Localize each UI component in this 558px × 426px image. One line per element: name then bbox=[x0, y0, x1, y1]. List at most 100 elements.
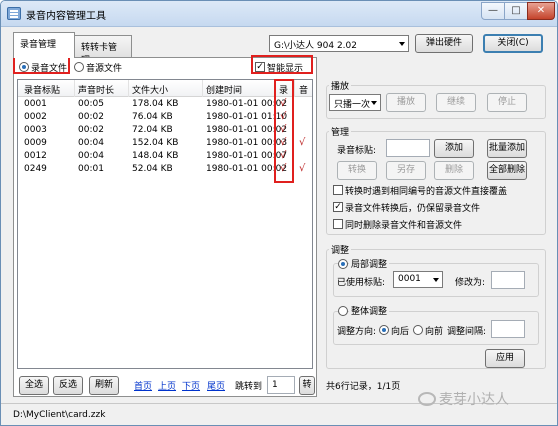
delete-all-button[interactable]: 全部删除 bbox=[487, 161, 527, 180]
cell-duration: 00:05 bbox=[78, 99, 104, 109]
used-tag-value: 0001 bbox=[398, 274, 421, 284]
first-page-link[interactable]: 首页 bbox=[134, 379, 152, 392]
watermark-text: 麦芽小达人 bbox=[439, 392, 509, 408]
invert-selection-button[interactable]: 反选 bbox=[53, 376, 83, 395]
direction-label: 调整方向: bbox=[337, 327, 377, 337]
column-header-tag[interactable]: 录音标贴 bbox=[24, 83, 60, 96]
device-select-value: G:\小达人 904 2.02 bbox=[274, 41, 357, 51]
forward-label: 向前 bbox=[425, 327, 444, 337]
save-as-button[interactable]: 另存 bbox=[386, 161, 426, 180]
goto-button[interactable]: 转 bbox=[299, 376, 315, 395]
playback-mode-select[interactable]: 只播一次 bbox=[329, 94, 381, 111]
table-row[interactable]: 0012 00:04 148.04 KB 1980-01-01 00:07 √ bbox=[18, 150, 312, 163]
keep-recording-checkbox[interactable]: ✓ bbox=[333, 202, 343, 212]
local-adjust-radio[interactable] bbox=[338, 259, 348, 269]
table-row[interactable]: 0003 00:02 72.04 KB 1980-01-01 00:02 √ bbox=[18, 124, 312, 137]
audio-files-radio[interactable] bbox=[74, 62, 84, 72]
close-window-button[interactable]: ✕ bbox=[527, 2, 555, 20]
manage-group-title: 管理 bbox=[329, 125, 352, 138]
add-button[interactable]: 添加 bbox=[434, 139, 474, 158]
delete-button[interactable]: 删除 bbox=[434, 161, 474, 180]
overwrite-checkbox[interactable] bbox=[333, 185, 343, 195]
cell-size: 72.04 KB bbox=[132, 125, 173, 135]
continue-button[interactable]: 继续 bbox=[436, 93, 476, 112]
maximize-button[interactable]: □ bbox=[504, 2, 528, 20]
audio-files-label: 音源文件 bbox=[86, 64, 123, 74]
record-count: 共6行记录，1/1页 bbox=[326, 382, 401, 392]
cell-size: 148.04 KB bbox=[132, 151, 179, 161]
tag-label: 录音标贴: bbox=[337, 146, 377, 156]
global-adjust-label: 整体调整 bbox=[349, 304, 390, 317]
apply-button[interactable]: 应用 bbox=[485, 349, 525, 368]
cell-audio-check: √ bbox=[299, 163, 306, 174]
delete-both-checkbox[interactable] bbox=[333, 219, 343, 229]
eject-hardware-button[interactable]: 弹出硬件 bbox=[415, 34, 473, 53]
cell-duration: 00:04 bbox=[78, 151, 104, 161]
column-divider bbox=[202, 80, 203, 97]
cell-size: 52.04 KB bbox=[132, 164, 173, 174]
backward-label: 向后 bbox=[391, 327, 410, 337]
local-adjust-label: 局部调整 bbox=[349, 257, 390, 270]
column-header-created[interactable]: 创建时间 bbox=[206, 83, 242, 96]
column-divider bbox=[74, 80, 75, 97]
main-window: 录音内容管理工具 — □ ✕ 录音管理 转转卡管理 G:\小达人 904 2.0… bbox=[0, 0, 558, 426]
cell-duration: 00:04 bbox=[78, 138, 104, 148]
title-bar[interactable]: 录音内容管理工具 — □ ✕ bbox=[1, 1, 557, 27]
playback-mode-value: 只播一次 bbox=[334, 100, 371, 110]
cell-audio-check: √ bbox=[299, 137, 306, 148]
stop-button[interactable]: 停止 bbox=[487, 93, 527, 112]
wechat-icon bbox=[418, 392, 436, 406]
modify-to-input[interactable] bbox=[491, 271, 525, 289]
cell-size: 178.04 KB bbox=[132, 99, 179, 109]
tag-input[interactable] bbox=[386, 139, 430, 157]
global-adjust-radio[interactable] bbox=[338, 306, 348, 316]
device-select[interactable]: G:\小达人 904 2.02 bbox=[269, 35, 409, 52]
window-title: 录音内容管理工具 bbox=[26, 11, 106, 22]
overwrite-label: 转换时遇到相同编号的音源文件直接覆盖 bbox=[345, 187, 508, 197]
tab-card-management[interactable]: 转转卡管理 bbox=[74, 35, 132, 66]
cell-tag: 0001 bbox=[24, 99, 47, 109]
highlight-box-recorded-column bbox=[274, 79, 294, 183]
highlight-box-record-files bbox=[13, 56, 70, 74]
play-button[interactable]: 播放 bbox=[386, 93, 426, 112]
delete-both-label: 同时删除录音文件和音源文件 bbox=[345, 221, 463, 231]
table-row[interactable]: 0009 00:04 152.04 KB 1980-01-01 00:03 √ … bbox=[18, 137, 312, 150]
convert-button[interactable]: 转换 bbox=[337, 161, 377, 180]
column-header-audio[interactable]: 音 bbox=[299, 83, 308, 96]
batch-add-button[interactable]: 批量添加 bbox=[487, 139, 527, 158]
cell-duration: 00:01 bbox=[78, 164, 104, 174]
refresh-button[interactable]: 刷新 bbox=[89, 376, 119, 395]
interval-label: 调整间隔: bbox=[447, 327, 487, 337]
table-row[interactable]: 0249 00:01 52.04 KB 1980-01-01 00:02 √ √ bbox=[18, 163, 312, 176]
playback-group-title: 播放 bbox=[329, 79, 352, 92]
used-tag-select[interactable]: 0001 bbox=[393, 271, 443, 288]
table-header: 录音标贴 声音时长 文件大小 创建时间 录 音 bbox=[18, 80, 312, 97]
prev-page-link[interactable]: 上页 bbox=[158, 379, 176, 392]
app-icon bbox=[7, 7, 21, 20]
column-divider bbox=[128, 80, 129, 97]
cell-size: 76.04 KB bbox=[132, 112, 173, 122]
chevron-down-icon bbox=[433, 278, 439, 282]
used-tag-label: 已使用标贴: bbox=[337, 278, 386, 288]
last-page-link[interactable]: 尾页 bbox=[207, 379, 225, 392]
minimize-button[interactable]: — bbox=[481, 2, 505, 20]
close-button[interactable]: 关闭(C) bbox=[483, 34, 543, 53]
select-all-button[interactable]: 全选 bbox=[19, 376, 49, 395]
cell-tag: 0002 bbox=[24, 112, 47, 122]
forward-radio[interactable] bbox=[413, 325, 423, 335]
tab-recording-management[interactable]: 录音管理 bbox=[13, 32, 75, 58]
goto-page-input[interactable]: 1 bbox=[267, 376, 295, 394]
next-page-link[interactable]: 下页 bbox=[182, 379, 200, 392]
modify-to-label: 修改为: bbox=[455, 278, 486, 288]
table-row[interactable]: 0002 00:02 76.04 KB 1980-01-01 01:10 √ bbox=[18, 111, 312, 124]
status-path: D:\MyClient\card.zzk bbox=[13, 410, 106, 420]
backward-radio[interactable] bbox=[379, 325, 389, 335]
table-row[interactable]: 0001 00:05 178.04 KB 1980-01-01 00:02 √ bbox=[18, 98, 312, 111]
highlight-box-smart-display bbox=[251, 55, 313, 74]
column-header-size[interactable]: 文件大小 bbox=[132, 83, 168, 96]
cell-duration: 00:02 bbox=[78, 125, 104, 135]
cell-duration: 00:02 bbox=[78, 112, 104, 122]
cell-tag: 0249 bbox=[24, 164, 47, 174]
interval-input[interactable] bbox=[491, 320, 525, 338]
column-header-duration[interactable]: 声音时长 bbox=[78, 83, 114, 96]
